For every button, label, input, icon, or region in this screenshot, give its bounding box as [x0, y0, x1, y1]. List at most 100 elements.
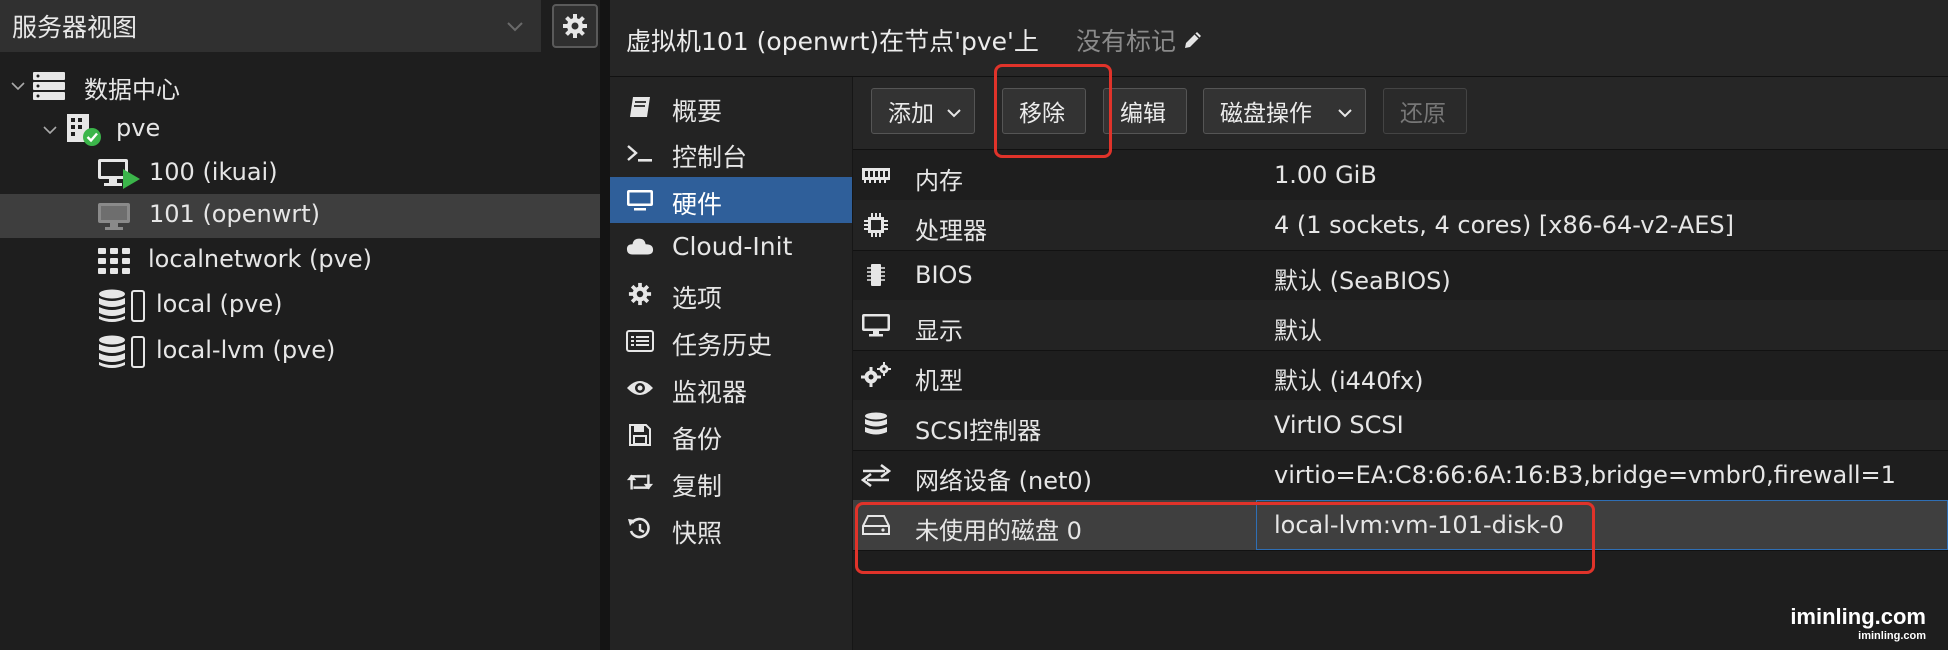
bios-chip-icon	[861, 263, 891, 287]
tree-item-vm-100[interactable]: 100 (ikuai)	[0, 152, 600, 196]
hw-value: local-lvm:vm-101-disk-0	[1274, 511, 1564, 539]
remove-button[interactable]: 移除	[1002, 88, 1086, 134]
hw-key: 网络设备 (net0)	[915, 467, 1093, 495]
resource-tree-panel: 服务器视图 数据中心 pve 100 (ikuai) 101 (openwrt)…	[0, 0, 600, 650]
watermark-text: iminling.com	[1790, 604, 1926, 629]
server-view-select[interactable]: 服务器视图	[0, 0, 541, 52]
table-row[interactable]: 显示 默认	[853, 300, 1948, 351]
tree-item-vm-101[interactable]: 101 (openwrt)	[0, 194, 600, 238]
hw-key: SCSI控制器	[915, 417, 1042, 445]
add-button-label: 添加	[888, 101, 934, 127]
vm-running-icon	[96, 156, 142, 192]
hw-value: 4 (1 sockets, 4 cores) [x86-64-v2-AES]	[1274, 211, 1735, 239]
nav-item-label: 控制台	[672, 143, 748, 172]
nav-item-options[interactable]: 选项	[610, 271, 852, 317]
save-icon	[626, 423, 654, 447]
exchange-icon	[861, 463, 891, 487]
expand-chevron-icon[interactable]	[42, 122, 58, 138]
nav-item-label: 概要	[672, 97, 723, 126]
nav-item-console[interactable]: 控制台	[610, 130, 852, 176]
hdd-icon	[861, 513, 891, 537]
tree-item-localnetwork[interactable]: localnetwork (pve)	[0, 239, 600, 283]
watermark: iminling.com iminling.com	[1790, 604, 1926, 642]
terminal-icon	[626, 141, 654, 165]
vm-stopped-icon	[96, 201, 132, 231]
table-row-selected[interactable]: 未使用的磁盘 0 local-lvm:vm-101-disk-0	[853, 500, 1948, 551]
nav-item-backup[interactable]: 备份	[610, 412, 852, 458]
machine-gears-icon	[861, 362, 891, 387]
database-icon	[861, 412, 891, 437]
chevron-down-icon	[505, 16, 525, 36]
pencil-icon[interactable]	[1176, 29, 1204, 51]
hw-key: 未使用的磁盘 0	[915, 517, 1082, 545]
vm-nav-menu: 概要 控制台 硬件 Cloud-Init 选项 任务历史 监视器 备份 复制 快…	[610, 77, 854, 650]
tree-item-label: pve	[116, 114, 161, 142]
cloud-icon	[626, 235, 654, 259]
tree-item-label: 数据中心	[84, 76, 180, 104]
nav-item-task-history[interactable]: 任务历史	[610, 318, 852, 364]
nav-item-summary[interactable]: 概要	[610, 84, 852, 130]
table-row[interactable]: 网络设备 (net0) virtio=EA:C8:66:6A:16:B3,bri…	[853, 450, 1948, 501]
nav-item-label: 任务历史	[672, 331, 773, 360]
tree-settings-button[interactable]	[552, 4, 598, 48]
edit-button[interactable]: 编辑	[1103, 88, 1187, 134]
monitor-icon	[626, 188, 654, 212]
hw-key: 机型	[915, 367, 963, 395]
page-title: 虚拟机101 (openwrt)在节点'pve'上	[626, 27, 1039, 56]
nav-item-replication[interactable]: 复制	[610, 459, 852, 505]
remove-button-label: 移除	[1019, 101, 1065, 127]
nav-item-label: 备份	[672, 425, 723, 454]
nav-item-label: Cloud-Init	[672, 232, 793, 261]
storage-icon	[98, 335, 150, 369]
table-row[interactable]: 内存 1.00 GiB	[853, 150, 1948, 201]
expand-chevron-icon[interactable]	[10, 78, 26, 94]
hw-value: virtio=EA:C8:66:6A:16:B3,bridge=vmbr0,fi…	[1274, 461, 1896, 489]
watermark-subtext: iminling.com	[1858, 630, 1926, 642]
tree-item-storage-local[interactable]: local (pve)	[0, 284, 600, 328]
revert-button-label: 还原	[1400, 101, 1446, 127]
tree-item-label: 101 (openwrt)	[149, 200, 320, 228]
storage-icon	[98, 289, 150, 323]
tags-edit[interactable]: 没有标记	[1076, 22, 1204, 58]
gear-icon	[626, 282, 654, 306]
nav-item-cloud-init[interactable]: Cloud-Init	[610, 224, 852, 270]
hw-key: 处理器	[915, 217, 987, 245]
nav-item-label: 硬件	[672, 190, 723, 219]
hw-key: 内存	[915, 167, 963, 195]
panel-splitter[interactable]	[600, 0, 610, 650]
nav-item-label: 监视器	[672, 378, 748, 407]
nav-item-snapshots[interactable]: 快照	[610, 506, 852, 552]
disk-action-label: 磁盘操作	[1220, 101, 1312, 127]
nav-item-hardware[interactable]: 硬件	[610, 177, 852, 223]
nav-item-label: 快照	[672, 519, 723, 548]
memory-icon	[861, 163, 891, 187]
hardware-toolbar: 添加 移除 编辑 磁盘操作 还原	[853, 77, 1948, 150]
vm-header: 虚拟机101 (openwrt)在节点'pve'上 没有标记	[610, 0, 1948, 77]
tree-item-label: localnetwork (pve)	[148, 245, 372, 273]
hw-value: 默认 (SeaBIOS)	[1274, 267, 1451, 295]
table-row[interactable]: 处理器 4 (1 sockets, 4 cores) [x86-64-v2-AE…	[853, 200, 1948, 251]
nav-item-monitor[interactable]: 监视器	[610, 365, 852, 411]
revert-button[interactable]: 还原	[1383, 88, 1467, 134]
disk-action-button[interactable]: 磁盘操作	[1203, 88, 1366, 134]
nav-item-label: 复制	[672, 472, 723, 501]
hw-key: 显示	[915, 317, 963, 345]
tree-item-label: 100 (ikuai)	[149, 158, 278, 186]
table-row[interactable]: BIOS 默认 (SeaBIOS)	[853, 250, 1948, 301]
server-view-label: 服务器视图	[12, 13, 138, 42]
tree-item-node-pve[interactable]: pve	[0, 108, 600, 152]
tree-item-storage-local-lvm[interactable]: local-lvm (pve)	[0, 330, 600, 374]
add-button[interactable]: 添加	[871, 88, 975, 134]
chevron-down-icon	[1337, 105, 1353, 121]
hw-value: 默认 (i440fx)	[1274, 367, 1424, 395]
table-row[interactable]: 机型 默认 (i440fx)	[853, 350, 1948, 401]
hw-value: VirtIO SCSI	[1274, 411, 1404, 439]
edit-button-label: 编辑	[1120, 101, 1166, 127]
nav-item-label: 选项	[672, 284, 723, 313]
hw-key: BIOS	[915, 261, 973, 289]
tree-item-datacenter[interactable]: 数据中心	[0, 64, 600, 108]
table-row[interactable]: SCSI控制器 VirtIO SCSI	[853, 400, 1948, 451]
node-online-icon	[64, 112, 104, 148]
hardware-panel: 添加 移除 编辑 磁盘操作 还原 内存 1.00 GiB 处理器 4 (1 so…	[853, 77, 1948, 650]
retweet-icon	[626, 470, 654, 494]
